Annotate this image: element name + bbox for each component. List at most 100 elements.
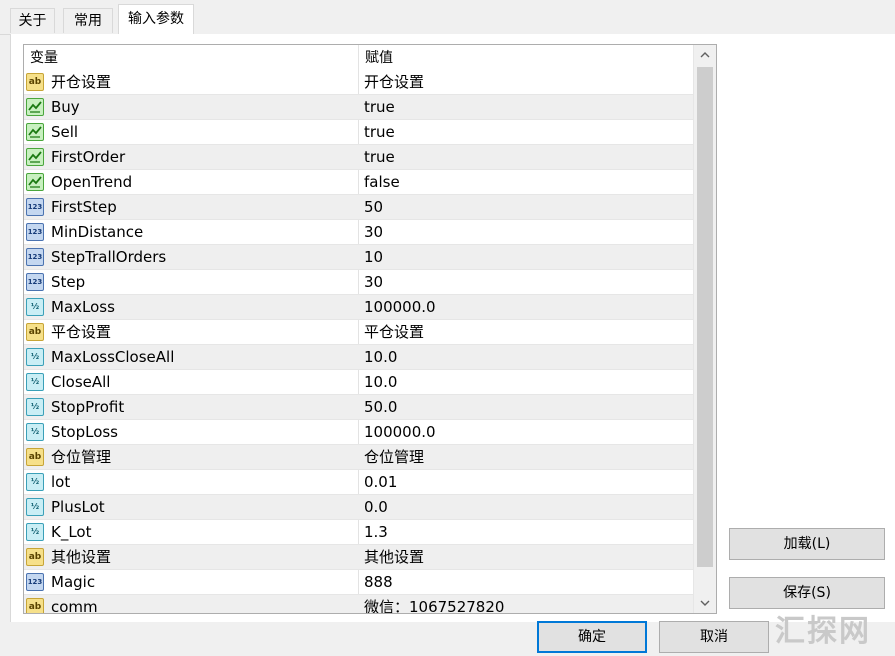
ok-button[interactable]: 确定 <box>537 621 647 653</box>
column-header-value[interactable]: 赋值 <box>365 45 393 70</box>
parameter-name: CloseAll <box>51 373 111 391</box>
parameter-value[interactable]: 100000.0 <box>364 295 436 319</box>
parameter-name: PlusLot <box>51 498 105 516</box>
table-row[interactable]: Buy true <box>24 95 694 120</box>
string-type-icon: ab <box>26 448 44 466</box>
table-row[interactable]: ½ CloseAll 10.0 <box>24 370 694 395</box>
table-row[interactable]: ½ lot 0.01 <box>24 470 694 495</box>
double-type-icon: ½ <box>26 498 44 516</box>
bool-type-icon <box>26 98 44 116</box>
parameter-value[interactable]: 仓位管理 <box>364 445 424 469</box>
scroll-thumb[interactable] <box>697 67 713 567</box>
parameter-name: MinDistance <box>51 223 144 241</box>
bool-type-icon <box>26 123 44 141</box>
parameter-value[interactable]: 30 <box>364 220 383 244</box>
cancel-button[interactable]: 取消 <box>659 621 769 653</box>
double-type-icon: ½ <box>26 398 44 416</box>
table-row[interactable]: 123 Step 30 <box>24 270 694 295</box>
table-row[interactable]: ½ StopProfit 50.0 <box>24 395 694 420</box>
table-row[interactable]: OpenTrend false <box>24 170 694 195</box>
table-row[interactable]: 123 FirstStep 50 <box>24 195 694 220</box>
parameter-value[interactable]: true <box>364 145 395 169</box>
parameter-name: 仓位管理 <box>51 448 112 466</box>
parameter-name: MaxLoss <box>51 298 115 316</box>
table-row[interactable]: ab 其他设置 其他设置 <box>24 545 694 570</box>
parameter-value[interactable]: 0.01 <box>364 470 397 494</box>
table-row[interactable]: ½ K_Lot 1.3 <box>24 520 694 545</box>
grid-header: 变量 赋值 <box>24 45 694 70</box>
parameter-value[interactable]: 0.0 <box>364 495 388 519</box>
tab-bar: 关于 常用 输入参数 <box>0 0 895 35</box>
parameter-value[interactable]: 1.3 <box>364 520 388 544</box>
table-row[interactable]: ½ StopLoss 100000.0 <box>24 420 694 445</box>
parameter-value[interactable]: 888 <box>364 570 393 594</box>
parameter-name: StopLoss <box>51 423 119 441</box>
scroll-up-icon[interactable] <box>694 45 716 65</box>
parameter-name: OpenTrend <box>51 173 133 191</box>
parameter-value[interactable]: 微信：1067527820 <box>364 595 504 613</box>
table-row[interactable]: 123 Magic 888 <box>24 570 694 595</box>
table-row[interactable]: ½ PlusLot 0.0 <box>24 495 694 520</box>
tab-about[interactable]: 关于 <box>10 8 55 33</box>
string-type-icon: ab <box>26 73 44 91</box>
watermark-logo: 汇探网 <box>775 614 871 649</box>
table-row[interactable]: 123 MinDistance 30 <box>24 220 694 245</box>
string-type-icon: ab <box>26 548 44 566</box>
parameter-name: FirstStep <box>51 198 117 216</box>
string-type-icon: ab <box>26 598 44 613</box>
parameter-value[interactable]: 100000.0 <box>364 420 436 444</box>
parameter-value[interactable]: 10.0 <box>364 370 397 394</box>
double-type-icon: ½ <box>26 298 44 316</box>
parameter-name: lot <box>51 473 71 491</box>
parameter-name: comm <box>51 598 98 614</box>
double-type-icon: ½ <box>26 473 44 491</box>
parameters-grid: 变量 赋值 ab 开仓设置 开仓设置 Buy true Sell true FirstOrde… <box>23 44 717 614</box>
integer-type-icon: 123 <box>26 573 44 591</box>
parameter-name: StepTrallOrders <box>51 248 167 266</box>
tab-common[interactable]: 常用 <box>63 8 113 33</box>
parameter-name: Buy <box>51 98 80 116</box>
integer-type-icon: 123 <box>26 198 44 216</box>
parameter-value[interactable]: 50 <box>364 195 383 219</box>
parameter-value[interactable]: 开仓设置 <box>364 70 424 94</box>
parameter-name: 其他设置 <box>51 548 112 566</box>
table-row[interactable]: ab 平仓设置 平仓设置 <box>24 320 694 345</box>
parameter-value[interactable]: true <box>364 95 395 119</box>
parameter-name: MaxLossCloseAll <box>51 348 175 366</box>
parameter-value[interactable]: 10.0 <box>364 345 397 369</box>
string-type-icon: ab <box>26 323 44 341</box>
bool-type-icon <box>26 148 44 166</box>
parameter-name: Step <box>51 273 86 291</box>
load-button[interactable]: 加载(L) <box>729 528 885 560</box>
double-type-icon: ½ <box>26 348 44 366</box>
integer-type-icon: 123 <box>26 223 44 241</box>
table-row[interactable]: ½ MaxLossCloseAll 10.0 <box>24 345 694 370</box>
table-row[interactable]: ab 开仓设置 开仓设置 <box>24 70 694 95</box>
parameter-name: Magic <box>51 573 96 591</box>
save-button[interactable]: 保存(S) <box>729 577 885 609</box>
table-row[interactable]: ab 仓位管理 仓位管理 <box>24 445 694 470</box>
parameter-value[interactable]: false <box>364 170 400 194</box>
integer-type-icon: 123 <box>26 248 44 266</box>
vertical-scrollbar[interactable] <box>693 45 716 613</box>
integer-type-icon: 123 <box>26 273 44 291</box>
parameter-name: StopProfit <box>51 398 125 416</box>
table-row[interactable]: ab comm 微信：1067527820 <box>24 595 694 614</box>
table-row[interactable]: ½ MaxLoss 100000.0 <box>24 295 694 320</box>
parameter-value[interactable]: 其他设置 <box>364 545 424 569</box>
table-row[interactable]: Sell true <box>24 120 694 145</box>
parameter-name: K_Lot <box>51 523 92 541</box>
column-header-variable[interactable]: 变量 <box>30 45 58 70</box>
parameter-value[interactable]: true <box>364 120 395 144</box>
parameter-name: 平仓设置 <box>51 323 112 341</box>
parameter-value[interactable]: 10 <box>364 245 383 269</box>
table-row[interactable]: FirstOrder true <box>24 145 694 170</box>
scroll-down-icon[interactable] <box>694 593 716 613</box>
parameter-value[interactable]: 30 <box>364 270 383 294</box>
bool-type-icon <box>26 173 44 191</box>
tab-input-parameters[interactable]: 输入参数 <box>118 4 194 35</box>
table-row[interactable]: 123 StepTrallOrders 10 <box>24 245 694 270</box>
parameter-value[interactable]: 平仓设置 <box>364 320 424 344</box>
parameter-value[interactable]: 50.0 <box>364 395 397 419</box>
parameter-name: FirstOrder <box>51 148 126 166</box>
